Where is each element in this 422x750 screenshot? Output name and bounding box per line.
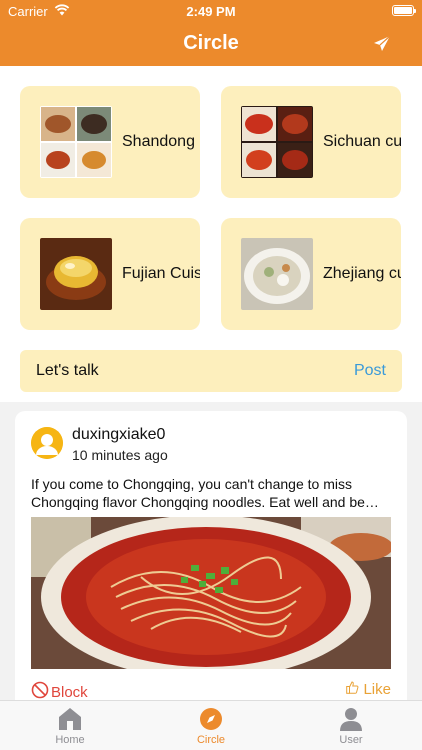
category-label: Sichuan cuisine xyxy=(323,133,401,150)
lets-talk-bar: Let's talk Post xyxy=(20,350,402,392)
tab-label: Home xyxy=(55,734,85,746)
thumbs-up-icon xyxy=(346,681,359,698)
category-label: Shandong cuisine xyxy=(122,133,200,150)
navigation-bar: Circle xyxy=(0,22,422,66)
post-button[interactable]: Post xyxy=(354,362,386,380)
category-card-fujian[interactable]: Fujian Cuisine xyxy=(20,218,200,330)
fujian-dish-image xyxy=(40,238,112,310)
zhejiang-dish-image xyxy=(241,238,313,310)
category-label: Fujian Cuisine xyxy=(122,265,200,282)
category-card-sichuan[interactable]: Sichuan cuisine xyxy=(221,86,401,198)
tab-label: Circle xyxy=(196,734,226,746)
tab-user[interactable]: User xyxy=(301,706,401,746)
category-label: Zhejiang cuisine xyxy=(323,265,401,282)
category-card-shandong[interactable]: Shandong cuisine xyxy=(20,86,200,198)
post-text: If you come to Chongqing, you can't chan… xyxy=(31,476,365,510)
block-icon xyxy=(31,681,49,700)
paper-plane-icon[interactable] xyxy=(372,34,392,54)
post-time: 10 minutes ago xyxy=(72,447,168,463)
compass-icon xyxy=(161,706,261,732)
post-card[interactable]: duxingxiake0 10 minutes ago If you come … xyxy=(15,411,407,700)
block-label: Block xyxy=(51,683,88,701)
avatar[interactable] xyxy=(31,427,63,459)
lets-talk-label: Let's talk xyxy=(36,362,99,379)
post-username[interactable]: duxingxiake0 xyxy=(72,426,165,444)
sichuan-dish-image xyxy=(241,106,313,178)
category-card-zhejiang[interactable]: Zhejiang cuisine xyxy=(221,218,401,330)
page-title: Circle xyxy=(183,32,239,54)
shandong-dish-image xyxy=(40,106,112,178)
tab-label: User xyxy=(339,734,363,746)
post-image[interactable] xyxy=(31,517,391,669)
clock: 2:49 PM xyxy=(186,4,236,19)
home-icon xyxy=(20,706,120,732)
like-label: Like xyxy=(363,681,391,698)
block-button[interactable]: Block xyxy=(31,681,88,700)
user-icon xyxy=(301,706,401,732)
main-content: Shandong cuisine Sichuan cuisine F xyxy=(0,66,422,700)
status-bar: Carrier 2:49 PM xyxy=(0,0,422,22)
tab-circle[interactable]: Circle xyxy=(161,706,261,746)
like-button[interactable]: Like xyxy=(346,681,391,698)
battery-icon xyxy=(392,5,416,16)
tab-home[interactable]: Home xyxy=(20,706,120,746)
tab-bar: Home Circle User xyxy=(0,700,422,750)
